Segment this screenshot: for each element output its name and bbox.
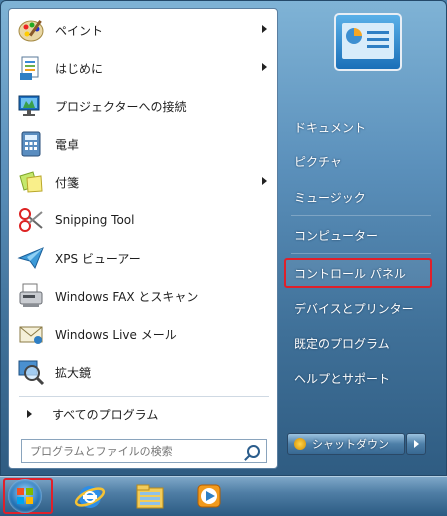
expand-arrow-icon [27,410,32,418]
all-programs-label: すべてのプログラム [52,407,159,422]
divider [291,215,431,216]
right-item-label: 既定のプログラム [294,336,390,351]
windows-flag-icon [17,488,33,504]
sticky-notes-icon [17,168,45,196]
shutdown-shield-icon [294,438,306,450]
program-label: はじめに [55,61,104,76]
program-label: XPS ビューアー [55,251,141,266]
right-item-label: コンピューター [294,228,379,243]
program-calculator[interactable]: 電卓 [13,127,273,161]
right-item-help-support[interactable]: ヘルプとサポート [286,363,434,393]
mail-icon [17,320,45,348]
program-fax-scan[interactable]: Windows FAX とスキャン [13,279,273,313]
all-programs-button[interactable]: すべてのプログラム [13,401,273,427]
program-label: 拡大鏡 [55,365,92,380]
shutdown-options-button[interactable] [406,433,426,455]
program-snipping-tool[interactable]: Snipping Tool [13,203,273,237]
media-player-icon[interactable] [193,480,225,512]
submenu-arrow-icon [262,177,267,185]
search-input[interactable] [28,443,242,459]
submenu-arrow-icon [262,63,267,71]
divider [19,396,269,397]
right-item-label: ヘルプとサポート [294,371,391,386]
right-item-label: ドキュメント [294,120,367,135]
program-magnifier[interactable]: 拡大鏡 [13,355,273,389]
search-box[interactable] [21,439,267,463]
file-explorer-icon[interactable] [134,480,166,512]
right-item-music[interactable]: ミュージック [286,182,434,212]
picture-line [367,31,389,34]
right-item-devices-printers[interactable]: デバイスとプリンター [286,293,434,323]
right-item-control-panel[interactable]: コントロール パネル [286,258,434,288]
right-item-documents[interactable]: ドキュメント [286,112,434,142]
projector-icon [17,92,45,120]
right-item-computer[interactable]: コンピューター [286,220,434,250]
magnifier-icon [17,358,45,386]
programs-pane: ペイント はじめに プロジェクターへの接続 電卓 付箋 Snipping Too… [8,8,278,469]
right-item-label: デバイスとプリンター [294,301,414,316]
scissors-icon [17,206,45,234]
xps-viewer-icon [17,244,45,272]
shutdown-label: シャットダウン [312,438,389,451]
chevron-right-icon [414,440,419,448]
picture-line [367,45,389,48]
program-live-mail[interactable]: Windows Live メール [13,317,273,351]
submenu-arrow-icon [262,25,267,33]
search-icon[interactable] [247,445,260,458]
program-label: 電卓 [55,137,80,152]
shutdown-button[interactable]: シャットダウン [287,433,405,455]
windows-start-icon[interactable] [8,479,42,513]
program-xps-viewer[interactable]: XPS ビューアー [13,241,273,275]
program-label: ペイント [55,23,104,38]
right-item-label: ピクチャ [294,154,342,169]
divider [291,253,431,254]
program-label: 付箋 [55,175,80,190]
pie-chart-icon [346,28,362,44]
program-paint[interactable]: ペイント [13,13,273,47]
picture-line [367,38,389,41]
right-item-pictures[interactable]: ピクチャ [286,146,434,176]
calculator-icon [17,130,45,158]
program-label: Snipping Tool [55,213,135,227]
start-menu: ペイント はじめに プロジェクターへの接続 電卓 付箋 Snipping Too… [0,0,447,476]
fax-icon [17,282,45,310]
right-item-label: コントロール パネル [294,266,406,281]
internet-explorer-icon[interactable] [74,480,106,512]
paint-icon [17,16,45,44]
program-label: Windows FAX とスキャン [55,289,199,304]
program-label: プロジェクターへの接続 [55,99,187,114]
getting-started-icon [17,54,45,82]
user-picture[interactable] [334,13,402,71]
program-getting-started[interactable]: はじめに [13,51,273,85]
right-item-default-programs[interactable]: 既定のプログラム [286,328,434,358]
program-projector[interactable]: プロジェクターへの接続 [13,89,273,123]
program-label: Windows Live メール [55,327,177,342]
program-sticky-notes[interactable]: 付箋 [13,165,273,199]
right-item-label: ミュージック [294,190,366,205]
